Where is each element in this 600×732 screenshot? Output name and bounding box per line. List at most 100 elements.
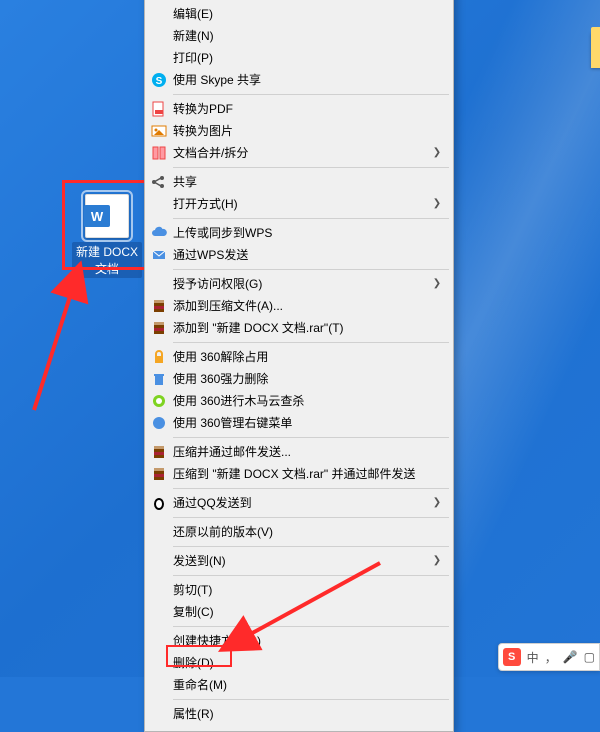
txt: 添加到 "新建 DOCX 文档.rar"(T): [173, 317, 445, 339]
txt: 复制(C): [173, 601, 445, 623]
txt: 压缩并通过邮件发送...: [173, 441, 445, 463]
ime-bar[interactable]: S 中 ， 🎤 ▢: [498, 643, 600, 671]
txt: 压缩到 "新建 DOCX 文档.rar" 并通过邮件发送: [173, 463, 445, 485]
separator: [173, 342, 449, 343]
rar-icon: [145, 444, 173, 460]
menu-properties[interactable]: 属性(R): [145, 703, 453, 725]
separator: [173, 488, 449, 489]
menu-grant[interactable]: 授予访问权限(G)❯: [145, 273, 453, 295]
context-menu: 打开(O) 编辑(E) 新建(N) 打印(P) S 使用 Skype 共享 转换…: [144, 0, 454, 732]
lock-icon: [145, 349, 173, 365]
separator: [173, 517, 449, 518]
txt: 转换为图片: [173, 120, 445, 142]
qq-icon: [145, 495, 173, 511]
share-icon: [145, 174, 173, 190]
menu-edit[interactable]: 编辑(E): [145, 3, 453, 25]
separator: [173, 546, 449, 547]
separator: [173, 167, 449, 168]
menu-360-release[interactable]: 使用 360解除占用: [145, 346, 453, 368]
merge-icon: [145, 145, 173, 161]
menu-qq-send[interactable]: 通过QQ发送到❯: [145, 492, 453, 514]
submenu-arrow-icon: ❯: [429, 492, 445, 514]
svg-text:S: S: [156, 76, 163, 87]
ime-sogou-icon: S: [503, 648, 521, 666]
menu-to-img[interactable]: 转换为图片: [145, 120, 453, 142]
menu-print[interactable]: 打印(P): [145, 47, 453, 69]
ime-comma[interactable]: ，: [545, 649, 557, 666]
txt: 使用 360解除占用: [173, 346, 445, 368]
send-icon: [145, 247, 173, 263]
txt: 使用 360强力删除: [173, 368, 445, 390]
separator: [173, 437, 449, 438]
submenu-arrow-icon: ❯: [429, 550, 445, 572]
txt: 使用 360进行木马云查杀: [173, 390, 445, 412]
txt: 使用 360管理右键菜单: [173, 412, 445, 434]
menu-360-manage[interactable]: 使用 360管理右键菜单: [145, 412, 453, 434]
trash-icon: [145, 371, 173, 387]
ime-zh[interactable]: 中: [527, 649, 539, 666]
menu-send-to[interactable]: 发送到(N)❯: [145, 550, 453, 572]
txt: 重命名(M): [173, 674, 445, 696]
txt: 剪切(T): [173, 579, 445, 601]
menu-360-delete[interactable]: 使用 360强力删除: [145, 368, 453, 390]
txt: 打印(P): [173, 47, 445, 69]
txt: 编辑(E): [173, 3, 445, 25]
menu-rar-mail[interactable]: 压缩并通过邮件发送...: [145, 441, 453, 463]
txt: 还原以前的版本(V): [173, 521, 445, 543]
separator: [173, 218, 449, 219]
menu-to-pdf[interactable]: 转换为PDF: [145, 98, 453, 120]
menu-icon: [145, 415, 173, 431]
txt: 属性(R): [173, 703, 445, 725]
desktop-folder-partial[interactable]: 10款: [578, 28, 600, 93]
txt: 文档合并/拆分: [173, 142, 429, 164]
txt: 使用 Skype 共享: [173, 69, 445, 91]
separator: [173, 626, 449, 627]
shield-icon: [145, 393, 173, 409]
separator: [173, 575, 449, 576]
highlight-box-properties: [166, 645, 232, 667]
txt: 通过WPS发送: [173, 244, 445, 266]
folder-icon: [591, 32, 600, 68]
txt: 新建(N): [173, 25, 445, 47]
txt: 发送到(N): [173, 550, 429, 572]
txt: 授予访问权限(G): [173, 273, 429, 295]
txt: 转换为PDF: [173, 98, 445, 120]
submenu-arrow-icon: ❯: [429, 142, 445, 164]
menu-wps-upload[interactable]: 上传或同步到WPS: [145, 222, 453, 244]
separator: [173, 699, 449, 700]
rar-icon: [145, 320, 173, 336]
desktop: 10款 W 新建 DOCX 文档 打开(O) 编辑(E) 新建(N) 打印(P)…: [0, 0, 600, 677]
menu-add-rar-named[interactable]: 添加到 "新建 DOCX 文档.rar"(T): [145, 317, 453, 339]
separator: [173, 269, 449, 270]
menu-add-rar[interactable]: 添加到压缩文件(A)...: [145, 295, 453, 317]
menu-share[interactable]: 共享: [145, 171, 453, 193]
menu-open-with[interactable]: 打开方式(H)❯: [145, 193, 453, 215]
rar-icon: [145, 466, 173, 482]
menu-wps-send[interactable]: 通过WPS发送: [145, 244, 453, 266]
submenu-arrow-icon: ❯: [429, 273, 445, 295]
separator: [173, 94, 449, 95]
menu-copy[interactable]: 复制(C): [145, 601, 453, 623]
txt: 添加到压缩文件(A)...: [173, 295, 445, 317]
txt: 上传或同步到WPS: [173, 222, 445, 244]
menu-rar-mail-named[interactable]: 压缩到 "新建 DOCX 文档.rar" 并通过邮件发送: [145, 463, 453, 485]
cloud-icon: [145, 225, 173, 241]
pdf-icon: [145, 101, 173, 117]
menu-cut[interactable]: 剪切(T): [145, 579, 453, 601]
skype-icon: S: [145, 72, 173, 88]
ime-box-icon[interactable]: ▢: [584, 650, 595, 664]
txt: 打开方式(H): [173, 193, 429, 215]
menu-skype[interactable]: S 使用 Skype 共享: [145, 69, 453, 91]
submenu-arrow-icon: ❯: [429, 193, 445, 215]
txt: 共享: [173, 171, 445, 193]
menu-360-scan[interactable]: 使用 360进行木马云查杀: [145, 390, 453, 412]
highlight-box-doc: [62, 180, 152, 270]
txt: 通过QQ发送到: [173, 492, 429, 514]
menu-restore[interactable]: 还原以前的版本(V): [145, 521, 453, 543]
rar-icon: [145, 298, 173, 314]
annotation-arrow-1: [24, 260, 154, 420]
ime-mic-icon[interactable]: 🎤: [563, 650, 578, 664]
menu-new[interactable]: 新建(N): [145, 25, 453, 47]
menu-doc-merge[interactable]: 文档合并/拆分❯: [145, 142, 453, 164]
menu-rename[interactable]: 重命名(M): [145, 674, 453, 696]
